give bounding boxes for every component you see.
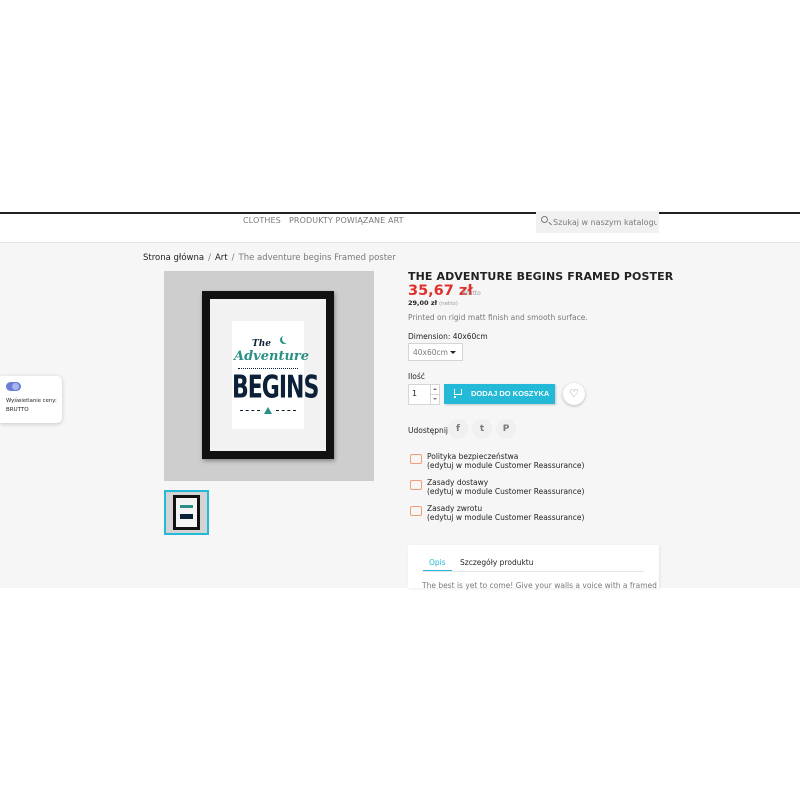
short-description: Printed on rigid matt finish and smooth …	[408, 313, 588, 322]
thumbnail-mat	[176, 498, 197, 527]
breadcrumb: Strona główna / Art / The adventure begins F…	[143, 253, 396, 263]
price-display-widget: Wyświetlanie ceny: BRUTTO	[0, 376, 62, 423]
dimension-select[interactable]: 40x60cm	[408, 343, 463, 361]
add-to-cart-button[interactable]: DODAJ DO KOSZYKA	[444, 384, 555, 404]
dimension-selected-value: 40x60cm	[413, 348, 448, 357]
arrow-right-decoration	[276, 410, 296, 411]
add-to-cart-label: DODAJ DO KOSZYKA	[471, 389, 550, 398]
quantity-input[interactable]	[412, 389, 430, 398]
quantity-label: Ilość	[408, 372, 425, 381]
poster-text-the: The	[252, 339, 271, 349]
price-display-toggle[interactable]	[6, 382, 21, 391]
heart-icon: ♡	[569, 387, 579, 400]
poster-artwork: The Adventure BEGINS	[232, 321, 319, 429]
reassurance-title: Zasady dostawy	[427, 478, 489, 487]
product-thumbnail[interactable]	[164, 490, 209, 535]
product-cover-image[interactable]: The Adventure BEGINS	[164, 271, 374, 481]
nav-item-related-products[interactable]: PRODUKTY POWIĄZANE	[289, 216, 385, 225]
arrow-left-decoration	[240, 410, 260, 411]
reassurance-title: Zasady zwrotu	[427, 504, 483, 513]
net-price-value: 29,00 zł	[408, 299, 438, 307]
price-display-value: BRUTTO	[6, 407, 29, 413]
tent-icon	[264, 407, 272, 414]
poster-divider	[238, 368, 298, 369]
breadcrumb-current: The adventure begins Framed poster	[238, 253, 396, 263]
tabs-divider	[422, 571, 644, 572]
page: CLOTHES PRODUKTY POWIĄZANE ART Strona gł…	[0, 0, 800, 800]
thumbnail-frame	[173, 495, 200, 530]
reassurance-subtitle: (edytuj w module Customer Reassurance)	[427, 487, 585, 496]
quantity-stepper	[408, 384, 440, 405]
twitter-icon: t	[479, 424, 485, 434]
return-icon	[410, 506, 422, 516]
poster-text-begins: BEGINS	[232, 371, 319, 406]
product-tabs: Opis Szczegóły produktu The best is yet …	[408, 545, 659, 590]
breadcrumb-category[interactable]: Art	[215, 253, 228, 263]
truck-icon	[410, 480, 422, 490]
facebook-share-button[interactable]: f	[448, 419, 468, 439]
description-text: The best is yet to come! Give your walls…	[422, 581, 657, 590]
nav-item-clothes[interactable]: CLOTHES	[243, 216, 281, 225]
wishlist-button[interactable]: ♡	[563, 383, 585, 405]
net-price: 29,00 zł (netto)	[408, 299, 458, 307]
search-box	[536, 211, 659, 233]
share-label: Udostępnij	[408, 426, 448, 435]
dimension-label: Dimension: 40x60cm	[408, 332, 488, 341]
thumbnail-artwork	[180, 505, 193, 519]
reassurance-subtitle: (edytuj w module Customer Reassurance)	[427, 461, 585, 470]
breadcrumb-separator: /	[208, 253, 211, 263]
chevron-down-icon	[450, 351, 456, 354]
facebook-icon: f	[456, 424, 460, 434]
product-page-area	[0, 243, 800, 588]
pinterest-share-button[interactable]: P	[496, 419, 516, 439]
tab-description[interactable]: Opis	[423, 558, 452, 572]
quantity-increase-button[interactable]	[430, 385, 439, 395]
breadcrumb-separator: /	[231, 253, 235, 263]
product-title: THE ADVENTURE BEGINS FRAMED POSTER	[408, 270, 674, 283]
net-label: (netto)	[439, 301, 458, 307]
search-icon[interactable]	[541, 216, 548, 223]
lock-icon	[410, 454, 422, 464]
reassurance-title: Polityka bezpieczeństwa	[427, 452, 519, 461]
main-nav: CLOTHES PRODUKTY POWIĄZANE ART	[0, 214, 800, 243]
poster-mat: The Adventure BEGINS	[210, 299, 326, 451]
breadcrumb-home[interactable]: Strona główna	[143, 253, 204, 263]
tax-label: Brutto	[462, 290, 481, 297]
search-input[interactable]	[553, 214, 657, 230]
price-display-label: Wyświetlanie ceny:	[6, 398, 57, 404]
reassurance-subtitle: (edytuj w module Customer Reassurance)	[427, 513, 585, 522]
nav-item-art[interactable]: ART	[388, 216, 404, 225]
quantity-decrease-button[interactable]	[430, 395, 439, 405]
poster-frame: The Adventure BEGINS	[202, 291, 334, 459]
poster-text-adventure: Adventure	[234, 349, 310, 364]
twitter-share-button[interactable]: t	[472, 419, 492, 439]
moon-icon	[282, 335, 290, 343]
pinterest-icon: P	[502, 424, 510, 434]
tab-product-details[interactable]: Szczegóły produktu	[460, 558, 534, 567]
cart-icon	[454, 389, 462, 398]
